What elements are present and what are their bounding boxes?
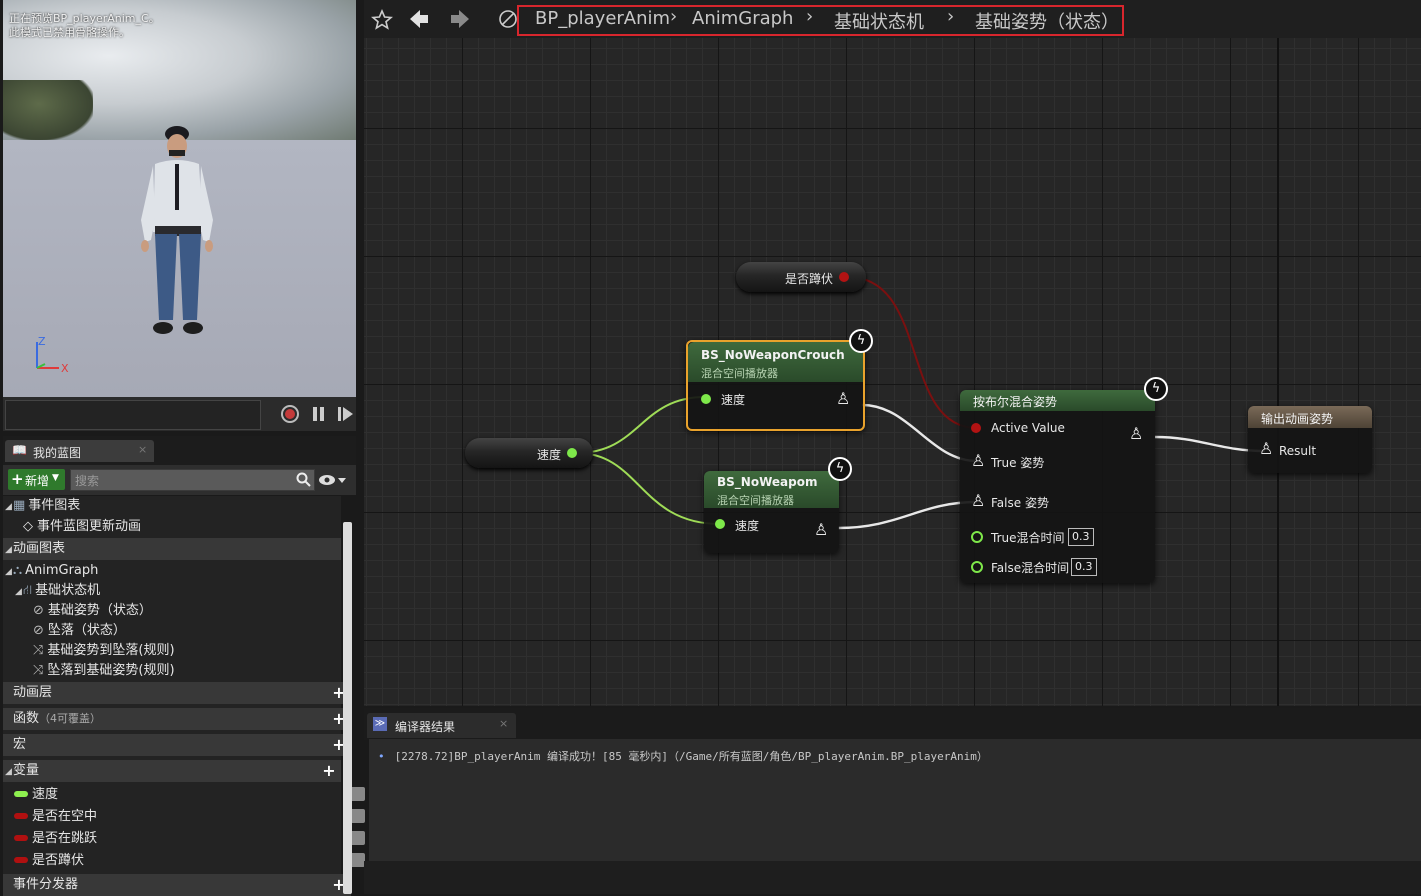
pin-label-true-pose: True 姿势 [991,456,1045,470]
node-title: 输出动画姿势 [1261,412,1334,426]
bool-output-pin[interactable] [839,272,849,282]
getter-label: 是否蹲伏 [785,272,834,286]
node-title: BS_NoWeaponCrouch [701,348,845,362]
node-title: BS_NoWeapom [717,475,818,489]
fast-path-bolt-icon: ϟ [1144,377,1168,401]
info-bullet-icon: • [378,750,385,763]
node-subtitle: 混合空间播放器 [717,494,794,507]
pin-label-result: Result [1279,444,1317,458]
pose-output-pin-icon[interactable]: ♙ [1129,424,1143,443]
blendspace-node-no-weapon[interactable]: BS_NoWeapom 混合空间播放器 速度 ♙ [704,471,839,553]
float-input-pin[interactable] [701,394,711,404]
pose-output-pin-icon[interactable]: ♙ [836,389,850,408]
bool-input-pin[interactable] [971,423,981,433]
fast-path-bolt-icon: ϟ [828,457,852,481]
pin-label-false-blend-time: False混合时间 [991,561,1070,575]
compiler-message-text: [2278.72]BP_playerAnim 编译成功！[85 毫秒内]（/Ga… [394,750,988,763]
pin-label-false-pose: False 姿势 [991,496,1049,510]
fast-path-bolt-icon: ϟ [849,329,873,353]
compiler-results-icon: ≫ [373,717,387,731]
pose-input-pin-icon[interactable]: ♙ [1259,439,1273,458]
blend-poses-by-bool-node[interactable]: 按布尔混合姿势 Active Value ♙ True 姿势 ♙ False 姿… [960,390,1155,583]
float-input-pin[interactable] [971,531,983,543]
pose-output-pin-icon[interactable]: ♙ [814,520,828,539]
tab-close-icon[interactable]: × [499,717,508,730]
node-title: 按布尔混合姿势 [973,395,1058,409]
bottom-strip [364,861,1421,894]
tab-compiler-results-label: 编译器结果 [395,720,456,734]
false-blend-time-input[interactable]: 0.3 [1071,558,1097,576]
getter-label: 速度 [537,448,562,462]
node-subtitle: 混合空间播放器 [701,367,778,380]
pin-label: 速度 [735,519,760,533]
compiler-message: • [2278.72]BP_playerAnim 编译成功！[85 毫秒内]（/G… [378,748,988,764]
output-pose-node[interactable]: 输出动画姿势 ♙ Result [1248,406,1372,473]
pin-label: 速度 [721,393,746,407]
float-input-pin[interactable] [971,561,983,573]
float-output-pin[interactable] [567,448,577,458]
pin-label-active-value: Active Value [991,421,1065,435]
tab-compiler-results[interactable]: ≫ 编译器结果 × [367,713,516,738]
pin-label-true-blend-time: True混合时间 [991,531,1065,545]
blendspace-node-crouch[interactable]: BS_NoWeaponCrouch 混合空间播放器 速度 ♙ [686,340,865,431]
pose-input-pin-icon[interactable]: ♙ [971,491,985,510]
getter-is-crouching[interactable]: 是否蹲伏 [736,262,866,292]
getter-speed[interactable]: 速度 [465,438,593,468]
pose-input-pin-icon[interactable]: ♙ [971,451,985,470]
float-input-pin[interactable] [715,519,725,529]
true-blend-time-input[interactable]: 0.3 [1068,528,1094,546]
compiler-panel-header [364,708,1421,740]
